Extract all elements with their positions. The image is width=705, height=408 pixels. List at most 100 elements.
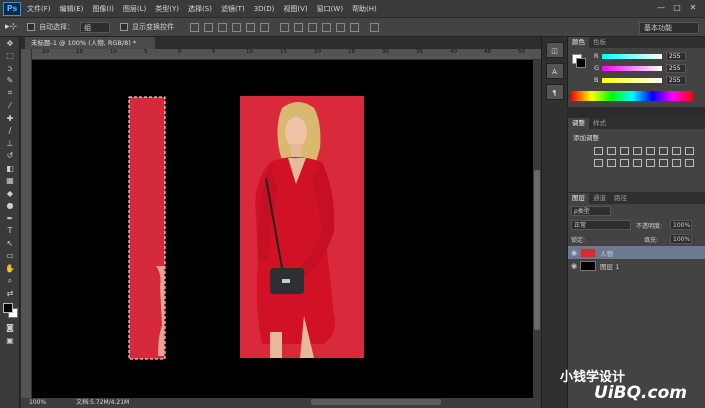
quick-mask-icon[interactable]: ◙ <box>0 322 20 335</box>
menu-layer[interactable]: 图层(L) <box>123 4 146 14</box>
shape-tool-icon[interactable]: ▭ <box>0 250 20 263</box>
zoom-level[interactable]: 100% <box>29 399 46 406</box>
path-select-tool-icon[interactable]: ↖ <box>0 237 20 250</box>
vertical-scroll-thumb[interactable] <box>534 170 540 330</box>
vibrance-icon[interactable] <box>646 147 655 155</box>
layer-row-person[interactable]: ◉ 人物 <box>568 246 705 259</box>
brush-tool-icon[interactable]: ∕ <box>0 125 20 138</box>
visibility-eye-icon[interactable]: ◉ <box>568 249 580 257</box>
hand-tool-icon[interactable]: ✋ <box>0 262 20 275</box>
tab-channels[interactable]: 通道 <box>589 193 610 204</box>
distribute-vcenter-icon[interactable] <box>294 22 304 32</box>
eraser-tool-icon[interactable]: ◧ <box>0 162 20 175</box>
auto-select-checkbox[interactable] <box>27 23 36 31</box>
brightness-icon[interactable] <box>594 147 603 155</box>
move-tool-preset-icon[interactable]: ▸⊹ <box>5 22 17 32</box>
marquee-tool-icon[interactable]: ⬚ <box>0 50 20 63</box>
red-slider[interactable] <box>602 54 662 59</box>
zoom-tool-icon[interactable]: ⌕ <box>0 275 20 288</box>
menu-type[interactable]: 类型(Y) <box>155 4 179 14</box>
quick-select-tool-icon[interactable]: ✎ <box>0 75 20 88</box>
history-brush-icon[interactable]: ↺ <box>0 150 20 163</box>
threshold-icon[interactable] <box>659 159 668 167</box>
workspace-dropdown[interactable]: 基本功能 <box>639 22 699 34</box>
auto-select-dropdown[interactable]: 组 <box>80 21 111 33</box>
invert-icon[interactable] <box>633 159 642 167</box>
color-spectrum[interactable] <box>571 91 693 101</box>
menu-select[interactable]: 选择(S) <box>188 4 212 14</box>
distribute-right-icon[interactable] <box>350 22 360 32</box>
eyedropper-tool-icon[interactable]: ⁄ <box>0 100 20 113</box>
screen-mode-icon[interactable]: ▣ <box>0 334 20 347</box>
align-right-icon[interactable] <box>260 22 270 32</box>
stamp-tool-icon[interactable]: ⊥ <box>0 137 20 150</box>
blur-tool-icon[interactable]: ◆ <box>0 187 20 200</box>
green-value[interactable]: 255 <box>666 64 686 73</box>
channel-mixer-icon[interactable] <box>607 159 616 167</box>
opacity-field[interactable]: 100% <box>670 220 692 230</box>
maximize-icon[interactable]: □ <box>671 2 683 13</box>
photo-filter-icon[interactable] <box>594 159 603 167</box>
selective-color-icon[interactable] <box>672 159 681 167</box>
document-canvas[interactable] <box>32 60 533 398</box>
align-top-icon[interactable] <box>190 22 200 32</box>
exposure-icon[interactable] <box>633 147 642 155</box>
curves-icon[interactable] <box>620 147 629 155</box>
tab-paths[interactable]: 路径 <box>610 193 631 204</box>
fill-field[interactable]: 100% <box>670 234 692 244</box>
blue-slider[interactable] <box>602 78 662 83</box>
posterize-icon[interactable] <box>646 159 655 167</box>
move-tool-icon[interactable]: ✥ <box>0 37 20 50</box>
hue-saturation-icon[interactable] <box>659 147 668 155</box>
menu-view[interactable]: 视图(V) <box>283 4 307 14</box>
align-vcenter-icon[interactable] <box>204 22 214 32</box>
green-slider[interactable] <box>602 66 662 71</box>
layer-name[interactable]: 人物 <box>600 248 613 258</box>
type-tool-icon[interactable]: T <box>0 225 20 238</box>
tab-swatches[interactable]: 色板 <box>589 37 610 48</box>
tab-color[interactable]: 颜色 <box>568 37 589 48</box>
swap-colors-icon[interactable]: ⇄ <box>0 287 20 300</box>
align-left-icon[interactable] <box>232 22 242 32</box>
menu-file[interactable]: 文件(F) <box>27 4 51 14</box>
tab-adjustments[interactable]: 调整 <box>568 118 589 129</box>
lasso-tool-icon[interactable]: ↄ <box>0 62 20 75</box>
character-panel-icon[interactable]: ¶ <box>545 84 564 100</box>
blend-mode-dropdown[interactable]: 正常 <box>571 220 631 230</box>
levels-icon[interactable] <box>607 147 616 155</box>
color-lookup-icon[interactable] <box>620 159 629 167</box>
show-transform-checkbox[interactable] <box>120 23 129 31</box>
layer-name[interactable]: 图层 1 <box>600 261 619 271</box>
menu-3d[interactable]: 3D(D) <box>254 5 275 13</box>
tab-styles[interactable]: 样式 <box>589 118 610 129</box>
align-hcenter-icon[interactable] <box>246 22 256 32</box>
distribute-top-icon[interactable] <box>280 22 290 32</box>
dodge-tool-icon[interactable]: ● <box>0 200 20 213</box>
layer-row-layer1[interactable]: ◉ 图层 1 <box>568 259 705 272</box>
visibility-eye-icon[interactable]: ◉ <box>568 262 580 270</box>
minimize-icon[interactable]: — <box>655 2 667 13</box>
layer-filter-dropdown[interactable]: ρ类型 <box>571 206 611 216</box>
gradient-map-icon[interactable] <box>685 159 694 167</box>
distribute-hcenter-icon[interactable] <box>336 22 346 32</box>
menu-edit[interactable]: 编辑(E) <box>60 4 84 14</box>
align-bottom-icon[interactable] <box>218 22 228 32</box>
pen-tool-icon[interactable]: ✒ <box>0 212 20 225</box>
menu-filter[interactable]: 滤镜(T) <box>221 4 245 14</box>
color-balance-icon[interactable] <box>672 147 681 155</box>
black-white-icon[interactable] <box>685 147 694 155</box>
distribute-bottom-icon[interactable] <box>308 22 318 32</box>
blue-value[interactable]: 255 <box>666 76 686 85</box>
foreground-color-swatch[interactable] <box>3 302 13 313</box>
color-swatches[interactable] <box>0 300 19 322</box>
menu-help[interactable]: 帮助(H) <box>352 4 377 14</box>
document-tab[interactable]: 未标题-1 @ 100% (人物, RGB/8) * <box>25 37 155 49</box>
menu-image[interactable]: 图像(I) <box>92 4 114 14</box>
properties-panel-icon[interactable]: A <box>545 63 564 79</box>
healing-tool-icon[interactable]: ✚ <box>0 112 20 125</box>
horizontal-scroll-thumb[interactable] <box>311 399 441 405</box>
gradient-tool-icon[interactable]: ▦ <box>0 175 20 188</box>
red-value[interactable]: 255 <box>666 52 686 61</box>
crop-tool-icon[interactable]: ⌗ <box>0 87 20 100</box>
close-icon[interactable]: ✕ <box>687 2 699 13</box>
